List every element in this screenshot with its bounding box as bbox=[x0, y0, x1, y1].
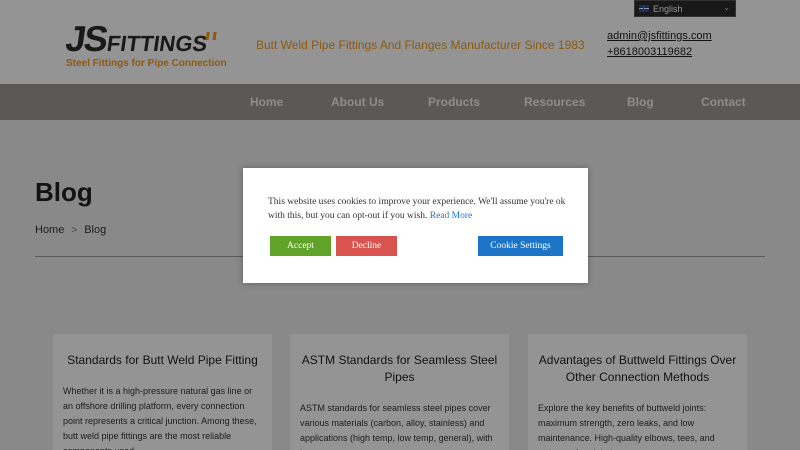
cookie-message: This website uses cookies to improve you… bbox=[268, 195, 568, 223]
cookie-settings-button[interactable]: Cookie Settings bbox=[478, 236, 563, 256]
decline-button[interactable]: Decline bbox=[336, 236, 397, 256]
cookie-message-text: This website uses cookies to improve you… bbox=[268, 197, 566, 221]
accept-button[interactable]: Accept bbox=[270, 236, 331, 256]
read-more-link[interactable]: Read More bbox=[430, 211, 472, 221]
cookie-consent-dialog: This website uses cookies to improve you… bbox=[243, 168, 588, 283]
